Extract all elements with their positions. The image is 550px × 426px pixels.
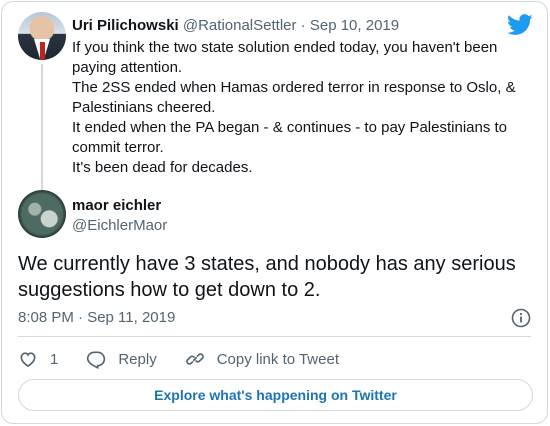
like-count: 1 <box>50 350 59 368</box>
tweet-timestamp[interactable]: 8:08 PM · Sep 11, 2019 <box>18 308 175 328</box>
author-name[interactable]: Uri Pilichowski <box>72 17 179 34</box>
reply-label: Reply <box>118 350 157 368</box>
copy-link-label: Copy link to Tweet <box>216 350 339 368</box>
separator: · <box>300 17 306 34</box>
avatar[interactable] <box>18 12 66 60</box>
author-name[interactable]: maor eichler <box>72 197 161 215</box>
parent-tweet-header: Uri Pilichowski @RationalSettler · Sep 1… <box>72 17 399 35</box>
twitter-bird-icon[interactable] <box>507 14 533 36</box>
copy-link-button[interactable]: Copy link to Tweet <box>185 349 339 369</box>
explore-button[interactable]: Explore what's happening on Twitter <box>18 379 533 411</box>
reply-bubble-icon <box>87 351 106 369</box>
info-icon[interactable] <box>511 308 531 328</box>
tweet-line: If you think the two state solution ende… <box>72 39 498 76</box>
reply-button[interactable]: Reply <box>86 349 157 369</box>
embedded-tweet-card: Uri Pilichowski @RationalSettler · Sep 1… <box>1 1 548 424</box>
avatar-tie <box>40 42 45 60</box>
thread-connector-line <box>41 64 43 190</box>
link-icon <box>185 353 204 365</box>
parent-tweet-text: If you think the two state solution ende… <box>72 38 542 178</box>
avatar[interactable] <box>18 190 66 238</box>
tweet-date[interactable]: Sep 10, 2019 <box>310 17 399 34</box>
author-handle[interactable]: @EichlerMaor <box>72 217 167 235</box>
like-button[interactable]: 1 <box>18 349 58 369</box>
author-handle[interactable]: @RationalSettler <box>183 17 297 34</box>
divider <box>18 336 531 337</box>
tweet-line: It ended when the PA began - & continues… <box>72 119 508 156</box>
tweet-text: We currently have 3 states, and nobody h… <box>18 253 516 301</box>
tweet-line: It's been dead for decades. <box>72 159 253 176</box>
tweet-line: The 2SS ended when Hamas ordered terror … <box>72 79 516 116</box>
tweet-actions: 1 Reply Copy link to Tweet <box>18 346 367 372</box>
heart-icon <box>20 352 36 368</box>
